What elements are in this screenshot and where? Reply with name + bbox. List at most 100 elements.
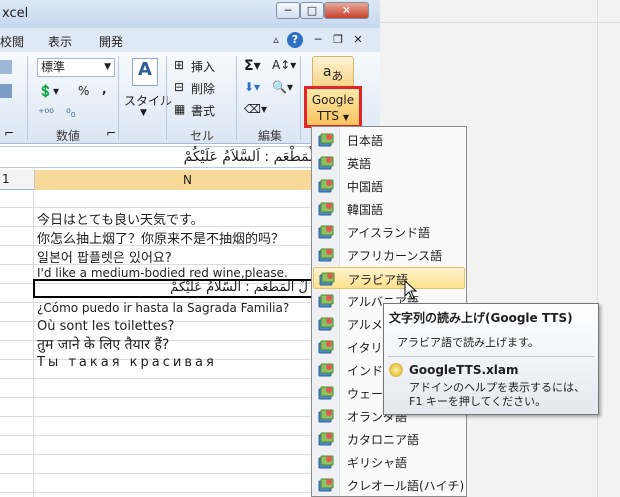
cell-n2[interactable]: 你怎么抽上烟了？你原来不是不抽烟的吗？ [37, 228, 284, 247]
minimize-button[interactable]: ─ [276, 2, 300, 19]
menu-item[interactable]: クレオール語(ハイチ) [313, 474, 465, 496]
ribbon-minimize-icon[interactable]: ▵ [268, 32, 284, 48]
google-tts-label-line1: Google [311, 93, 355, 107]
group-edit-label: 編集 [258, 129, 283, 143]
comma-button[interactable]: , [102, 82, 107, 96]
cell-n3[interactable]: 일본어 팝플렛은 있어요? [37, 247, 172, 266]
menu-item-label: アフリカーンス語 [347, 249, 443, 263]
google-tts-label-line2: TTS [316, 109, 340, 123]
menu-item-label: 韓国語 [347, 203, 384, 217]
menu-item-label: 中国語 [347, 180, 384, 194]
autosum-icon[interactable]: Σ▾ [244, 58, 261, 74]
speech-book-icon [318, 156, 334, 170]
formula-bar-text: لْ أَلْمَطْعَم : اَلسَّلاَمُ عَلَيْكُمْ [183, 149, 332, 165]
column-header-n[interactable]: N [34, 170, 340, 190]
close-button[interactable]: ✕ [324, 2, 369, 19]
tab-developer[interactable]: 開発 [99, 33, 123, 50]
find-select-icon[interactable]: 🔍▾ [272, 80, 293, 94]
clear-icon[interactable]: ⌫▾ [244, 102, 267, 116]
speech-book-icon [318, 133, 334, 147]
style-icon[interactable]: A [132, 58, 158, 86]
google-tts-button[interactable]: Google TTS ▼ [304, 86, 362, 128]
menu-item-label: アイスランド語 [347, 226, 431, 240]
speech-book-icon [318, 363, 334, 377]
menu-item[interactable]: カタロニア語 [313, 428, 465, 450]
maximize-button[interactable]: □ [300, 2, 324, 19]
menu-item-label: ギリシャ語 [347, 456, 408, 470]
group-number-label: 数値 [56, 129, 81, 143]
google-tts-icon[interactable]: aあ [312, 56, 354, 88]
chevron-down-icon: ▼ [104, 62, 111, 72]
speech-book-icon [318, 340, 334, 354]
speech-book-icon [318, 225, 334, 239]
menu-item[interactable]: 韓国語 [313, 198, 465, 220]
cell-n1[interactable]: 今日はとても良い天気です。 [37, 209, 204, 228]
row-number-partial: 1 [2, 172, 10, 186]
speech-book-icon [318, 432, 334, 446]
tooltip: 文字列の読み上げ(Google TTS) アラビア語で読み上げます。 Googl… [383, 303, 599, 415]
mouse-cursor-icon [404, 280, 418, 300]
chevron-down-icon: ▼ [140, 108, 147, 118]
menu-item-label: 英語 [347, 157, 372, 171]
dialog-launcher-icon[interactable]: ⌐ [4, 126, 14, 140]
tooltip-title: 文字列の読み上げ(Google TTS) [389, 311, 573, 325]
speech-book-icon [318, 202, 334, 216]
speech-book-icon [318, 179, 334, 193]
cell-n6[interactable]: ¿Cómo puedo ir hasta la Sagrada Familia? [37, 301, 289, 315]
speech-book-icon [318, 455, 334, 469]
menu-item[interactable]: アラビア語 [313, 267, 465, 289]
currency-icon[interactable]: 💲▾ [38, 84, 59, 98]
tooltip-help-text: アドインのヘルプを表示するには、F1 キーを押してください。 [409, 381, 585, 408]
menu-item[interactable]: 中国語 [313, 175, 465, 197]
speech-book-icon [318, 317, 334, 331]
cell-n7[interactable]: Où sont les toilettes? [37, 319, 174, 334]
speech-book-icon [318, 294, 334, 308]
insert-cells-icon[interactable]: ⊞ [174, 58, 184, 72]
format-cells-icon[interactable]: ▦ [174, 102, 185, 116]
format-button[interactable]: 書式 [191, 102, 215, 119]
menu-item[interactable]: アフリカーンス語 [313, 244, 465, 266]
merge-icon[interactable] [0, 84, 12, 98]
doc-minimize-icon[interactable]: ─ [310, 32, 326, 48]
style-button[interactable]: スタイル [124, 92, 172, 109]
sort-filter-icon[interactable]: A↕▾ [272, 58, 296, 72]
window-title: xcel [2, 6, 29, 21]
group-cells-label: セル [190, 129, 215, 143]
menu-item-label: アラビア語 [348, 273, 409, 287]
menu-item[interactable]: 英語 [313, 152, 465, 174]
addin-gear-icon [389, 363, 403, 377]
chevron-down-icon: ▼ [342, 113, 350, 122]
cell-n4[interactable]: I'd like a medium-bodied red wine,please… [37, 266, 288, 280]
delete-cells-icon[interactable]: ⊟ [174, 80, 184, 94]
align-icon[interactable] [0, 60, 12, 74]
cell-n5[interactable]: لْ أَلْمَطْعَم : اَلسَّلاَمُ عَلَيْكُمْ [40, 280, 308, 295]
speech-book-icon [318, 386, 334, 400]
speech-book-icon [319, 272, 335, 286]
fill-icon[interactable]: ⬇▾ [244, 80, 260, 94]
dialog-launcher-icon[interactable]: ⌐ [106, 126, 116, 140]
menu-item-label: クレオール語(ハイチ) [347, 479, 465, 493]
speech-book-icon [318, 478, 334, 492]
formula-bar[interactable]: لْ أَلْمَطْعَم : اَلسَّلاَمُ عَلَيْكُمْ [0, 146, 340, 168]
menu-item[interactable]: ギリシャ語 [313, 451, 465, 473]
menu-item[interactable]: アイスランド語 [313, 221, 465, 243]
number-format-combo[interactable]: 標準 ▼ [37, 58, 115, 77]
cell-n8[interactable]: तुम जाने के लिए तैयार हैं? [37, 335, 169, 354]
decrease-decimal-icon[interactable]: ⁰₀ [66, 106, 76, 120]
menu-item[interactable]: 日本語 [313, 129, 465, 151]
tab-view[interactable]: 表示 [48, 33, 72, 50]
increase-decimal-icon[interactable]: ⁺⁰⁰ [38, 106, 54, 120]
speech-book-icon [318, 248, 334, 262]
tooltip-addin-name: GoogleTTS.xlam [409, 363, 519, 377]
doc-restore-icon[interactable]: ❐ [330, 32, 346, 48]
help-icon[interactable]: ? [287, 32, 303, 48]
percent-button[interactable]: % [78, 84, 89, 98]
doc-close-icon[interactable]: ✕ [350, 32, 366, 48]
speech-book-icon [318, 409, 334, 423]
delete-button[interactable]: 削除 [191, 80, 215, 97]
menu-item-label: 日本語 [347, 134, 384, 148]
number-format-value: 標準 [41, 60, 66, 74]
tab-review[interactable]: 校閲 [0, 33, 24, 50]
cell-n9[interactable]: Ты такая красивая [37, 355, 217, 370]
insert-button[interactable]: 挿入 [191, 58, 215, 75]
